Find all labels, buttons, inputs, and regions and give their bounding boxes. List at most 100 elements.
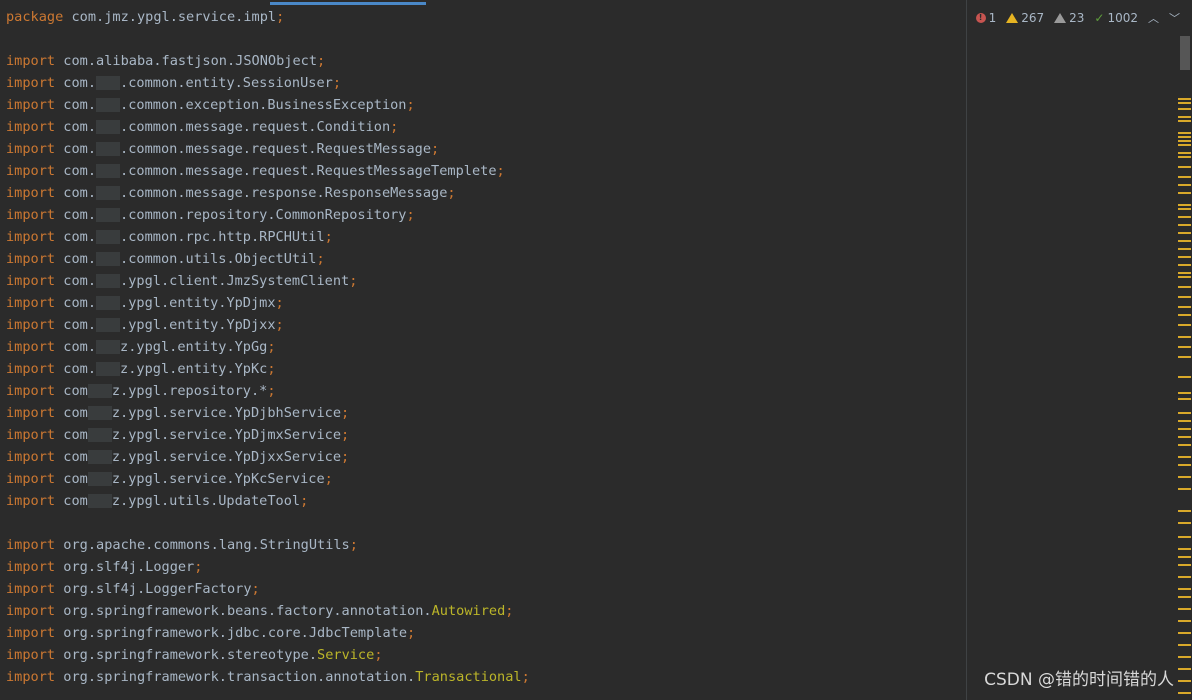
import-line[interactable]: import com. .common.exception.BusinessExc… (6, 94, 964, 116)
warning-stripe-marker[interactable] (1178, 398, 1191, 400)
blank-line[interactable] (6, 512, 964, 534)
warning-stripe-marker[interactable] (1178, 224, 1191, 226)
warning-stripe-marker[interactable] (1178, 522, 1191, 524)
warning-stripe-marker[interactable] (1178, 556, 1191, 558)
typo-count[interactable]: ✓ 1002 (1094, 11, 1138, 25)
warning-stripe-marker[interactable] (1178, 296, 1191, 298)
next-highlight-chevron-down-icon[interactable]: ﹀ (1169, 10, 1180, 26)
warning-stripe-marker[interactable] (1178, 608, 1191, 610)
warning-stripe-marker[interactable] (1178, 392, 1191, 394)
warning-stripe-marker[interactable] (1178, 102, 1191, 104)
warning-stripe-marker[interactable] (1178, 692, 1191, 694)
warning-stripe-marker[interactable] (1178, 346, 1191, 348)
weak-warning-count[interactable]: 23 (1054, 11, 1084, 25)
scrollbar-thumb[interactable] (1180, 36, 1190, 70)
warning-stripe-marker[interactable] (1178, 184, 1191, 186)
import-line[interactable]: import org.springframework.transaction.a… (6, 666, 964, 688)
warning-stripe-marker[interactable] (1178, 596, 1191, 598)
import-line[interactable]: import org.springframework.jdbc.core.Jdb… (6, 622, 964, 644)
warning-stripe-marker[interactable] (1178, 136, 1191, 138)
error-count[interactable]: ! 1 (975, 11, 996, 25)
warning-stripe-marker[interactable] (1178, 588, 1191, 590)
warning-stripe-marker[interactable] (1178, 656, 1191, 658)
import-line[interactable]: import com z.ypgl.service.YpKcService; (6, 468, 964, 490)
warning-stripe-marker[interactable] (1178, 208, 1191, 210)
warning-stripe-marker[interactable] (1178, 132, 1191, 134)
warning-stripe-marker[interactable] (1178, 428, 1191, 430)
import-line[interactable]: import com z.ypgl.service.YpDjmxService; (6, 424, 964, 446)
warning-stripe-marker[interactable] (1178, 444, 1191, 446)
warning-stripe-marker[interactable] (1178, 510, 1191, 512)
import-line[interactable]: import com. .common.entity.SessionUser; (6, 72, 964, 94)
import-line[interactable]: import org.springframework.beans.factory… (6, 600, 964, 622)
warning-stripe-marker[interactable] (1178, 306, 1191, 308)
warning-stripe-marker[interactable] (1178, 152, 1191, 154)
warning-stripe-marker[interactable] (1178, 116, 1191, 118)
import-line[interactable]: import com z.ypgl.repository.*; (6, 380, 964, 402)
warning-stripe-marker[interactable] (1178, 548, 1191, 550)
import-line[interactable]: import com. .common.rpc.http.RPCHUtil; (6, 226, 964, 248)
import-line[interactable]: import com. .ypgl.entity.YpDjmx; (6, 292, 964, 314)
import-line[interactable]: import org.springframework.stereotype.Se… (6, 644, 964, 666)
warning-stripe-marker[interactable] (1178, 464, 1191, 466)
warning-stripe-marker[interactable] (1178, 324, 1191, 326)
import-line[interactable]: import org.slf4j.LoggerFactory; (6, 578, 964, 600)
warning-stripe-marker[interactable] (1178, 456, 1191, 458)
warning-stripe-marker[interactable] (1178, 420, 1191, 422)
warning-stripe-marker[interactable] (1178, 536, 1191, 538)
warning-stripe-marker[interactable] (1178, 108, 1191, 110)
import-line[interactable]: import com. z.ypgl.entity.YpGg; (6, 336, 964, 358)
import-line[interactable]: import com. z.ypgl.entity.YpKc; (6, 358, 964, 380)
inspection-widget[interactable]: ! 1 267 23 ✓ 1002 ︿ ﹀ (975, 10, 1180, 26)
import-line[interactable]: import com. .common.utils.ObjectUtil; (6, 248, 964, 270)
warning-stripe-marker[interactable] (1178, 176, 1191, 178)
warning-stripe-marker[interactable] (1178, 336, 1191, 338)
warning-stripe-marker[interactable] (1178, 632, 1191, 634)
error-stripe-scrollbar[interactable] (1178, 36, 1192, 700)
warning-stripe-marker[interactable] (1178, 144, 1191, 146)
import-line[interactable]: import com. .ypgl.entity.YpDjxx; (6, 314, 964, 336)
warning-stripe-marker[interactable] (1178, 192, 1191, 194)
warning-stripe-marker[interactable] (1178, 216, 1191, 218)
warning-stripe-marker[interactable] (1178, 620, 1191, 622)
warning-stripe-marker[interactable] (1178, 264, 1191, 266)
import-line[interactable]: import com z.ypgl.service.YpDjxxService; (6, 446, 964, 468)
warning-stripe-marker[interactable] (1178, 248, 1191, 250)
warning-stripe-marker[interactable] (1178, 488, 1191, 490)
package-line[interactable]: package com.jmz.ypgl.service.impl; (6, 6, 964, 28)
warning-stripe-marker[interactable] (1178, 668, 1191, 670)
warning-stripe-marker[interactable] (1178, 240, 1191, 242)
warning-stripe-marker[interactable] (1178, 436, 1191, 438)
import-line[interactable]: import com z.ypgl.service.YpDjbhService; (6, 402, 964, 424)
warning-stripe-marker[interactable] (1178, 276, 1191, 278)
warning-stripe-marker[interactable] (1178, 98, 1191, 100)
import-line[interactable]: import com. .ypgl.client.JmzSystemClient; (6, 270, 964, 292)
import-line[interactable]: import com. .common.message.request.Condi… (6, 116, 964, 138)
warning-stripe-marker[interactable] (1178, 644, 1191, 646)
import-line[interactable]: import com. .common.repository.CommonRepo… (6, 204, 964, 226)
code-area[interactable]: package com.jmz.ypgl.service.impl; impor… (6, 6, 964, 696)
warning-stripe-marker[interactable] (1178, 376, 1191, 378)
warning-stripe-marker[interactable] (1178, 166, 1191, 168)
import-line[interactable]: import com. .common.message.request.Reque… (6, 138, 964, 160)
warning-stripe-marker[interactable] (1178, 412, 1191, 414)
warning-stripe-marker[interactable] (1178, 156, 1191, 158)
warning-stripe-marker[interactable] (1178, 564, 1191, 566)
warning-stripe-marker[interactable] (1178, 256, 1191, 258)
warning-stripe-marker[interactable] (1178, 680, 1191, 682)
warning-count[interactable]: 267 (1006, 11, 1044, 25)
import-line[interactable]: import org.apache.commons.lang.StringUti… (6, 534, 964, 556)
warning-stripe-marker[interactable] (1178, 232, 1191, 234)
warning-stripe-marker[interactable] (1178, 272, 1191, 274)
warning-stripe-marker[interactable] (1178, 356, 1191, 358)
warning-stripe-marker[interactable] (1178, 140, 1191, 142)
code-editor[interactable]: package com.jmz.ypgl.service.impl; impor… (0, 0, 1192, 700)
blank-line[interactable] (6, 28, 964, 50)
previous-highlight-chevron-up-icon[interactable]: ︿ (1148, 10, 1159, 26)
warning-stripe-marker[interactable] (1178, 476, 1191, 478)
warning-stripe-marker[interactable] (1178, 120, 1191, 122)
import-line[interactable]: import com.alibaba.fastjson.JSONObject; (6, 50, 964, 72)
warning-stripe-marker[interactable] (1178, 286, 1191, 288)
import-line[interactable]: import com. .common.message.response.Resp… (6, 182, 964, 204)
warning-stripe-marker[interactable] (1178, 314, 1191, 316)
